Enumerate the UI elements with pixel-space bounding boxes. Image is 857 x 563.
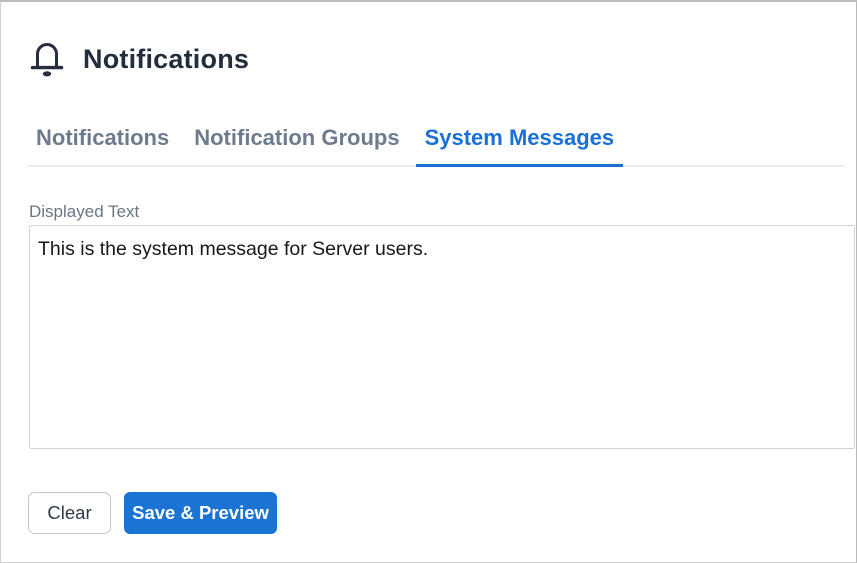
save-preview-button[interactable]: Save & Preview — [124, 491, 277, 534]
page-header: Notifications — [29, 38, 856, 80]
clear-button[interactable]: Clear — [28, 491, 111, 534]
bell-icon — [29, 38, 65, 80]
displayed-text-input[interactable]: This is the system message for Server us… — [29, 224, 855, 449]
button-row: Clear Save & Preview — [28, 491, 856, 534]
notifications-page: Notifications Notifications Notification… — [0, 0, 857, 563]
tab-notifications[interactable]: Notifications — [27, 125, 178, 167]
tab-system-messages[interactable]: System Messages — [415, 125, 624, 167]
page-title: Notifications — [83, 43, 250, 74]
displayed-text-label: Displayed Text — [29, 201, 140, 221]
tab-notification-groups[interactable]: Notification Groups — [185, 125, 408, 167]
tab-bar: Notifications Notification Groups System… — [27, 125, 844, 167]
